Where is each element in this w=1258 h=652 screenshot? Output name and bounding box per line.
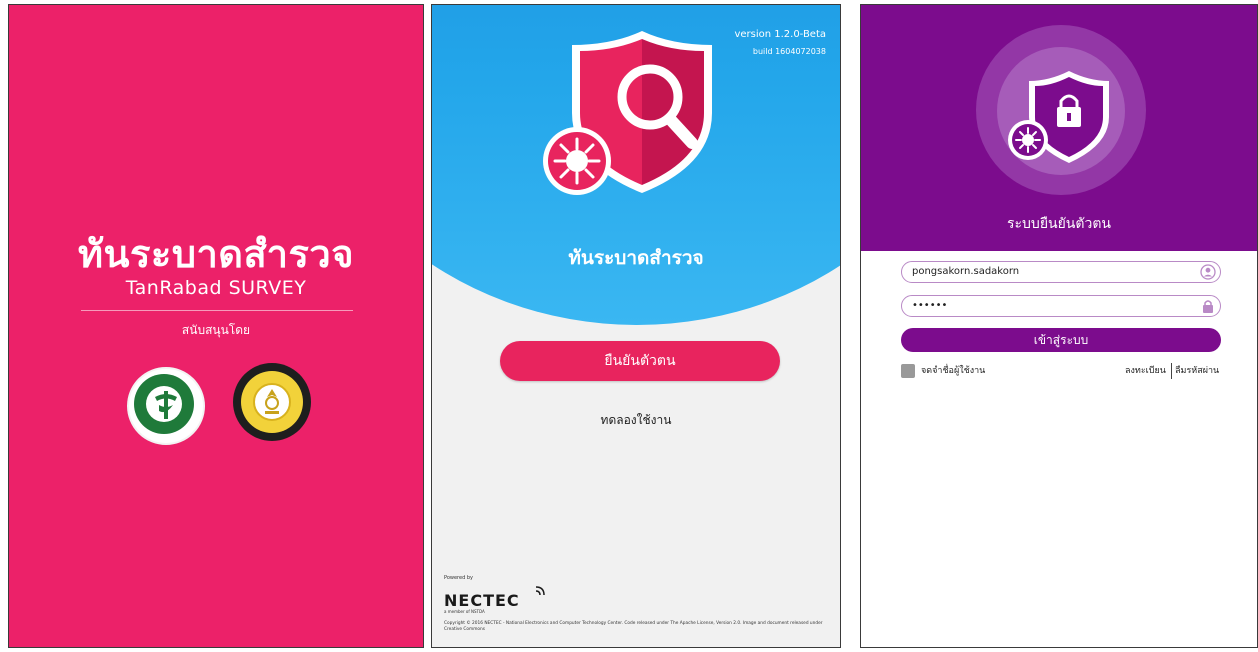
link-separator xyxy=(1171,363,1172,379)
register-link[interactable]: ลงทะเบียน xyxy=(1125,364,1166,378)
username-field[interactable]: pongsakorn.sadakorn xyxy=(901,261,1221,283)
login-screen: ระบบยืนยันตัวตน pongsakorn.sadakorn ••••… xyxy=(860,4,1258,648)
app-title: ทันระบาดสำรวจ xyxy=(77,232,355,276)
virus-icon xyxy=(1008,120,1048,160)
trial-link[interactable]: ทดลองใช้งาน xyxy=(432,411,840,430)
login-button[interactable]: เข้าสู่ระบบ xyxy=(901,328,1221,352)
app-title: ทันระบาดสำรวจ xyxy=(568,247,704,269)
shield-lock-icon xyxy=(1008,59,1121,169)
login-title: ระบบยืนยันตัวตน xyxy=(1007,216,1111,232)
password-field[interactable]: •••••• xyxy=(901,295,1221,317)
nectec-logo: NECTEC xyxy=(444,591,520,610)
sponsor-label: สนับสนุนโดย xyxy=(181,323,251,337)
ministry-public-health-logo xyxy=(127,367,205,445)
copyright-text: Copyright © 2016 NECTEC - National Elect… xyxy=(444,621,823,632)
version-label: version 1.2.0-Beta xyxy=(734,29,826,40)
nectec-member-label: a member of NSTDA xyxy=(444,609,485,614)
splash-screen: ทันระบาดสำรวจ TanRabad SURVEY สนับสนุนโด… xyxy=(8,4,424,648)
app-subtitle: TanRabad SURVEY xyxy=(125,277,307,299)
password-value: •••••• xyxy=(912,300,948,311)
username-value: pongsakorn.sadakorn xyxy=(912,266,1020,277)
user-icon xyxy=(1200,264,1216,280)
virus-icon xyxy=(543,127,611,195)
welcome-screen: version 1.2.0-Beta build 1604072038 ทันร… xyxy=(431,4,841,648)
remember-label: จดจำชื่อผู้ใช้งาน xyxy=(921,366,986,376)
divider xyxy=(81,310,353,311)
verify-identity-button[interactable]: ยืนยันตัวตน xyxy=(500,341,780,381)
powered-by-label: Powered by xyxy=(444,575,473,581)
lock-icon xyxy=(1203,300,1213,313)
forgot-password-link[interactable]: ลืมรหัสผ่าน xyxy=(1175,364,1219,378)
build-label: build 1604072038 xyxy=(752,47,826,56)
remember-checkbox[interactable] xyxy=(901,364,915,378)
login-header: ระบบยืนยันตัวตน xyxy=(861,5,1257,251)
signal-icon xyxy=(535,586,545,596)
shield-search-icon xyxy=(543,27,732,197)
ministry-science-technology-logo xyxy=(233,363,311,441)
